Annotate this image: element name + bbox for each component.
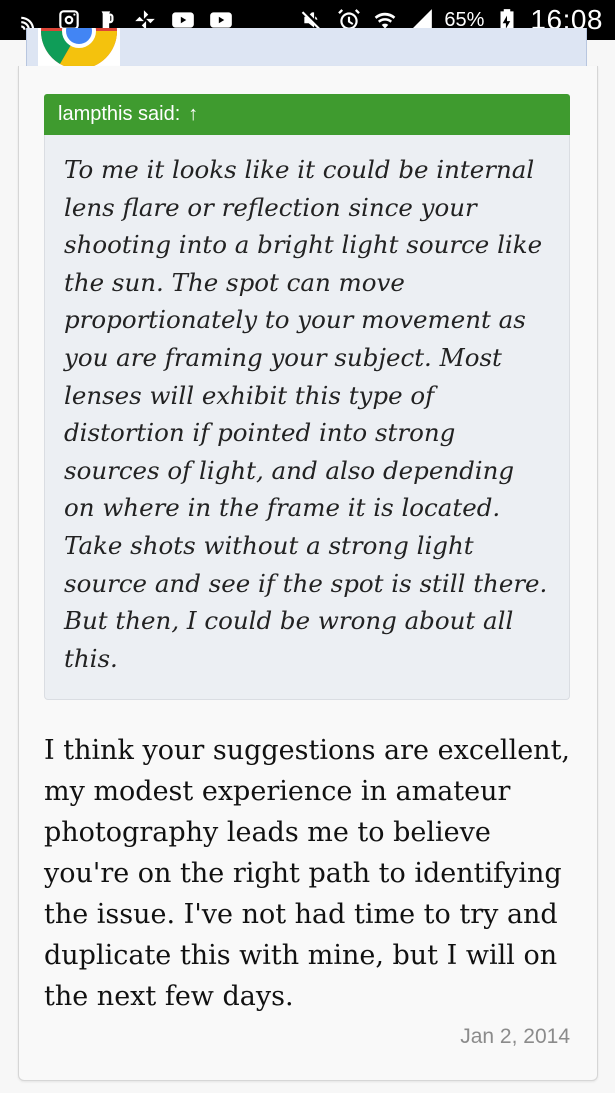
post-text: I think your suggestions are excellent, … bbox=[44, 735, 570, 1012]
quote-body: To me it looks like it could be internal… bbox=[44, 135, 570, 700]
post-date: Jan 2, 2014 bbox=[460, 1025, 570, 1048]
quote-author-label: lampthis said: bbox=[58, 103, 181, 125]
quote-header[interactable]: lampthis said: ↑ bbox=[44, 94, 570, 135]
jump-to-quote-icon[interactable]: ↑ bbox=[188, 103, 198, 126]
quote-text: To me it looks like it could be internal… bbox=[64, 155, 548, 673]
